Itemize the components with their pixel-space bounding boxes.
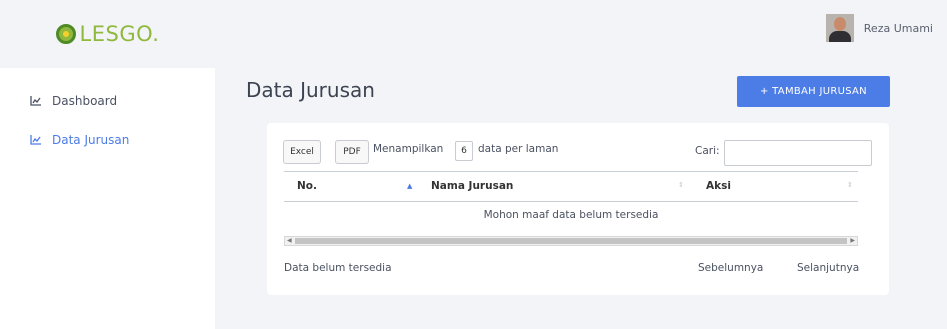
empty-table-message: Mohon maaf data belum tersedia	[483, 209, 659, 221]
brand-name: LESGO.	[79, 22, 160, 46]
search-label: Cari:	[695, 145, 720, 157]
page-title: Data Jurusan	[246, 78, 375, 102]
sidebar-item-dashboard[interactable]: Dashboard	[30, 91, 117, 111]
sidebar-item-label: Data Jurusan	[52, 133, 130, 147]
sidebar-item-label: Dashboard	[52, 94, 118, 108]
search-input[interactable]	[724, 140, 872, 166]
table-info: Data belum tersedia	[284, 262, 392, 274]
export-pdf-button[interactable]: PDF	[335, 140, 369, 164]
export-excel-button[interactable]: Excel	[283, 140, 321, 164]
sidebar: LESGO. Dashboard Data Jurusan	[0, 0, 215, 329]
length-suffix-label: data per laman	[478, 143, 559, 155]
user-name: Reza Umami	[863, 21, 933, 35]
avatar	[825, 14, 854, 42]
column-header-no[interactable]: No.	[284, 171, 414, 201]
scrollbar-thumb[interactable]	[295, 238, 847, 244]
user-menu[interactable]: Reza Umami	[825, 14, 933, 42]
line-chart-icon	[30, 96, 41, 106]
data-table-card: Excel PDF Menampilkan 6 data per laman C…	[267, 123, 889, 295]
line-chart-icon	[30, 135, 41, 145]
length-prefix-label: Menampilkan	[373, 143, 444, 155]
top-bar: Reza Umami	[215, 0, 947, 56]
scroll-left-icon[interactable]: ◀	[287, 237, 292, 244]
sort-both-icon: ⇕	[847, 181, 853, 189]
pagination-next[interactable]: Selanjutnya	[797, 262, 859, 274]
column-header-label: Aksi	[706, 180, 731, 192]
logo[interactable]: LESGO.	[0, 0, 215, 68]
horizontal-scrollbar[interactable]: ◀ ▶	[284, 236, 858, 246]
sidebar-item-data-jurusan[interactable]: Data Jurusan	[30, 130, 129, 150]
logo-emblem-icon	[55, 24, 76, 44]
sort-asc-icon: ▲	[407, 182, 413, 190]
pagination-previous[interactable]: Sebelumnya	[698, 262, 763, 274]
column-header-aksi[interactable]: Aksi	[689, 171, 858, 201]
divider	[284, 201, 858, 202]
column-header-nama-jurusan[interactable]: Nama Jurusan	[414, 171, 689, 201]
page-length-select[interactable]: 6	[455, 141, 473, 161]
scroll-right-icon[interactable]: ▶	[850, 237, 855, 244]
sort-both-icon: ⇕	[678, 181, 684, 189]
column-header-label: No.	[297, 180, 317, 192]
column-header-label: Nama Jurusan	[431, 180, 514, 192]
add-jurusan-button[interactable]: + TAMBAH JURUSAN	[737, 76, 890, 107]
main-content: Data Jurusan + TAMBAH JURUSAN Excel PDF …	[215, 56, 947, 329]
